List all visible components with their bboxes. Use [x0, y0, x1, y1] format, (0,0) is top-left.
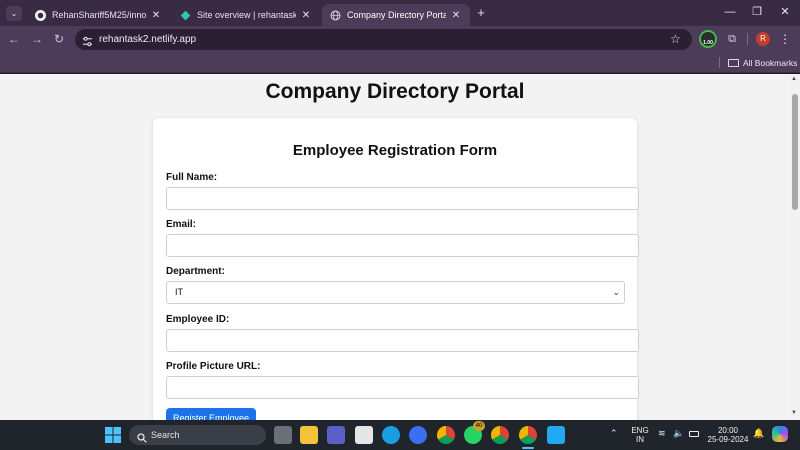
bookmarks-bar: All Bookmarks — [0, 52, 800, 73]
email-input[interactable] — [166, 234, 639, 257]
email-label: Email: — [166, 219, 197, 230]
windows-taskbar: Search 40 ⌃ ENG IN ≋ 🔈 20:00 25-09-2024 … — [0, 420, 800, 450]
volume-icon[interactable]: 🔈 — [673, 428, 684, 439]
file-explorer-icon[interactable] — [300, 426, 318, 444]
clock[interactable]: 20:00 25-09-2024 — [706, 426, 750, 444]
extension-speed-button[interactable]: 1.00 — [699, 30, 717, 48]
full-name-label: Full Name: — [166, 172, 218, 183]
tab-title: Company Directory Portal — [347, 10, 446, 20]
forward-button[interactable]: → — [28, 30, 46, 48]
battery-icon[interactable] — [689, 431, 699, 437]
page-title: Company Directory Portal — [265, 80, 525, 103]
site-info-icon[interactable] — [82, 34, 93, 47]
show-hidden-icons-chevron[interactable]: ⌃ — [610, 428, 618, 439]
page-viewport: Company Directory Portal Employee Regist… — [0, 74, 790, 420]
page-scrollbar[interactable]: ▲ ▼ — [790, 74, 800, 420]
full-name-input[interactable] — [166, 187, 639, 210]
task-view-icon[interactable] — [274, 426, 292, 444]
copilot-icon[interactable] — [772, 426, 788, 442]
tab-title: Site overview | rehantask2 | Netlify — [197, 10, 296, 20]
chevron-down-icon: ⌄ — [10, 9, 18, 18]
language-line2: IN — [636, 435, 644, 444]
globe-icon — [330, 10, 341, 21]
browser-toolbar: ← → ↻ rehantask2.netlify.app ☆ 1.00 ⧉ R … — [0, 26, 800, 52]
back-button[interactable]: ← — [5, 30, 23, 48]
minimize-button[interactable]: — — [718, 3, 742, 21]
chrome-active-icon[interactable] — [519, 426, 537, 444]
profile-avatar[interactable]: R — [756, 32, 770, 46]
profile-picture-url-input[interactable] — [166, 376, 639, 399]
department-label: Department: — [166, 266, 225, 277]
close-window-button[interactable]: ✕ — [773, 3, 797, 21]
search-placeholder: Search — [151, 430, 180, 440]
scroll-down-icon[interactable]: ▼ — [791, 410, 797, 416]
form-title: Employee Registration Form — [292, 142, 498, 159]
tab-close-icon[interactable]: ✕ — [300, 10, 312, 21]
language-line1: ENG — [631, 426, 649, 435]
url-text: rehantask2.netlify.app — [99, 34, 197, 45]
chrome-icon[interactable] — [437, 426, 455, 444]
scrollbar-thumb[interactable] — [792, 94, 798, 210]
employee-id-input[interactable] — [166, 329, 639, 352]
vscode-icon[interactable] — [547, 426, 565, 444]
github-icon — [35, 9, 46, 21]
all-bookmarks-button[interactable]: All Bookmarks — [728, 55, 797, 70]
profile-picture-url-label: Profile Picture URL: — [166, 361, 261, 372]
tab-github[interactable]: RehanShariff5M25/innomaticsInternship ✕ — [27, 4, 170, 26]
netlify-icon — [180, 10, 191, 21]
tab-search-button[interactable]: ⌄ — [6, 6, 22, 21]
extensions-puzzle-icon[interactable]: ⧉ — [724, 31, 740, 47]
start-windows-icon[interactable] — [105, 427, 121, 443]
wifi-icon[interactable]: ≋ — [658, 428, 666, 439]
chevron-down-icon: ⌄ — [612, 287, 620, 297]
whatsapp-badge: 40 — [473, 421, 485, 431]
register-employee-button[interactable]: Register Employee — [166, 408, 256, 420]
tab-title: RehanShariff5M25/innomaticsInternship — [52, 10, 146, 20]
tab-close-icon[interactable]: ✕ — [150, 10, 162, 21]
toolbar-divider — [747, 33, 748, 45]
notification-bell-icon[interactable]: 🔔 — [753, 428, 764, 439]
tab-company-directory[interactable]: Company Directory Portal ✕ — [322, 4, 470, 26]
folder-icon — [728, 58, 739, 67]
arrow-left-icon: ← — [8, 32, 20, 46]
reload-button[interactable]: ↻ — [50, 30, 68, 48]
tab-strip: ⌄ RehanShariff5M25/innomaticsInternship … — [0, 0, 800, 26]
more-options-icon[interactable]: ⋮ — [779, 30, 791, 48]
taskbar-search-box[interactable]: Search — [129, 425, 266, 445]
department-select[interactable]: IT ⌄ — [166, 281, 625, 304]
tab-close-icon[interactable]: ✕ — [450, 10, 462, 21]
teams-icon[interactable] — [327, 426, 345, 444]
restore-button[interactable]: ❐ — [745, 3, 769, 21]
microsoft-store-icon[interactable] — [355, 426, 373, 444]
app-icon[interactable] — [409, 426, 427, 444]
reload-icon: ↻ — [53, 32, 65, 46]
tab-netlify[interactable]: Site overview | rehantask2 | Netlify ✕ — [172, 4, 320, 26]
clock-date: 25-09-2024 — [707, 435, 749, 444]
edge-icon[interactable] — [382, 426, 400, 444]
employee-id-label: Employee ID: — [166, 314, 230, 325]
scroll-up-icon[interactable]: ▲ — [791, 76, 797, 82]
chrome-profile-icon[interactable] — [491, 426, 509, 444]
registration-form-card: Employee Registration Form Full Name: Em… — [153, 118, 639, 420]
department-selected-value: IT — [175, 287, 183, 297]
bookmarks-divider — [719, 57, 720, 68]
bookmark-star-icon[interactable]: ☆ — [670, 29, 681, 50]
new-tab-button[interactable]: + — [473, 5, 489, 21]
language-indicator[interactable]: ENG IN — [630, 426, 650, 444]
clock-time: 20:00 — [717, 426, 739, 435]
search-icon — [137, 430, 147, 443]
all-bookmarks-label: All Bookmarks — [743, 57, 798, 68]
active-app-indicator — [522, 447, 534, 449]
extension-badge: 1.00 — [703, 40, 713, 46]
whatsapp-icon[interactable]: 40 — [464, 421, 485, 444]
address-bar[interactable]: rehantask2.netlify.app ☆ — [75, 29, 692, 50]
arrow-right-icon: → — [31, 32, 43, 46]
